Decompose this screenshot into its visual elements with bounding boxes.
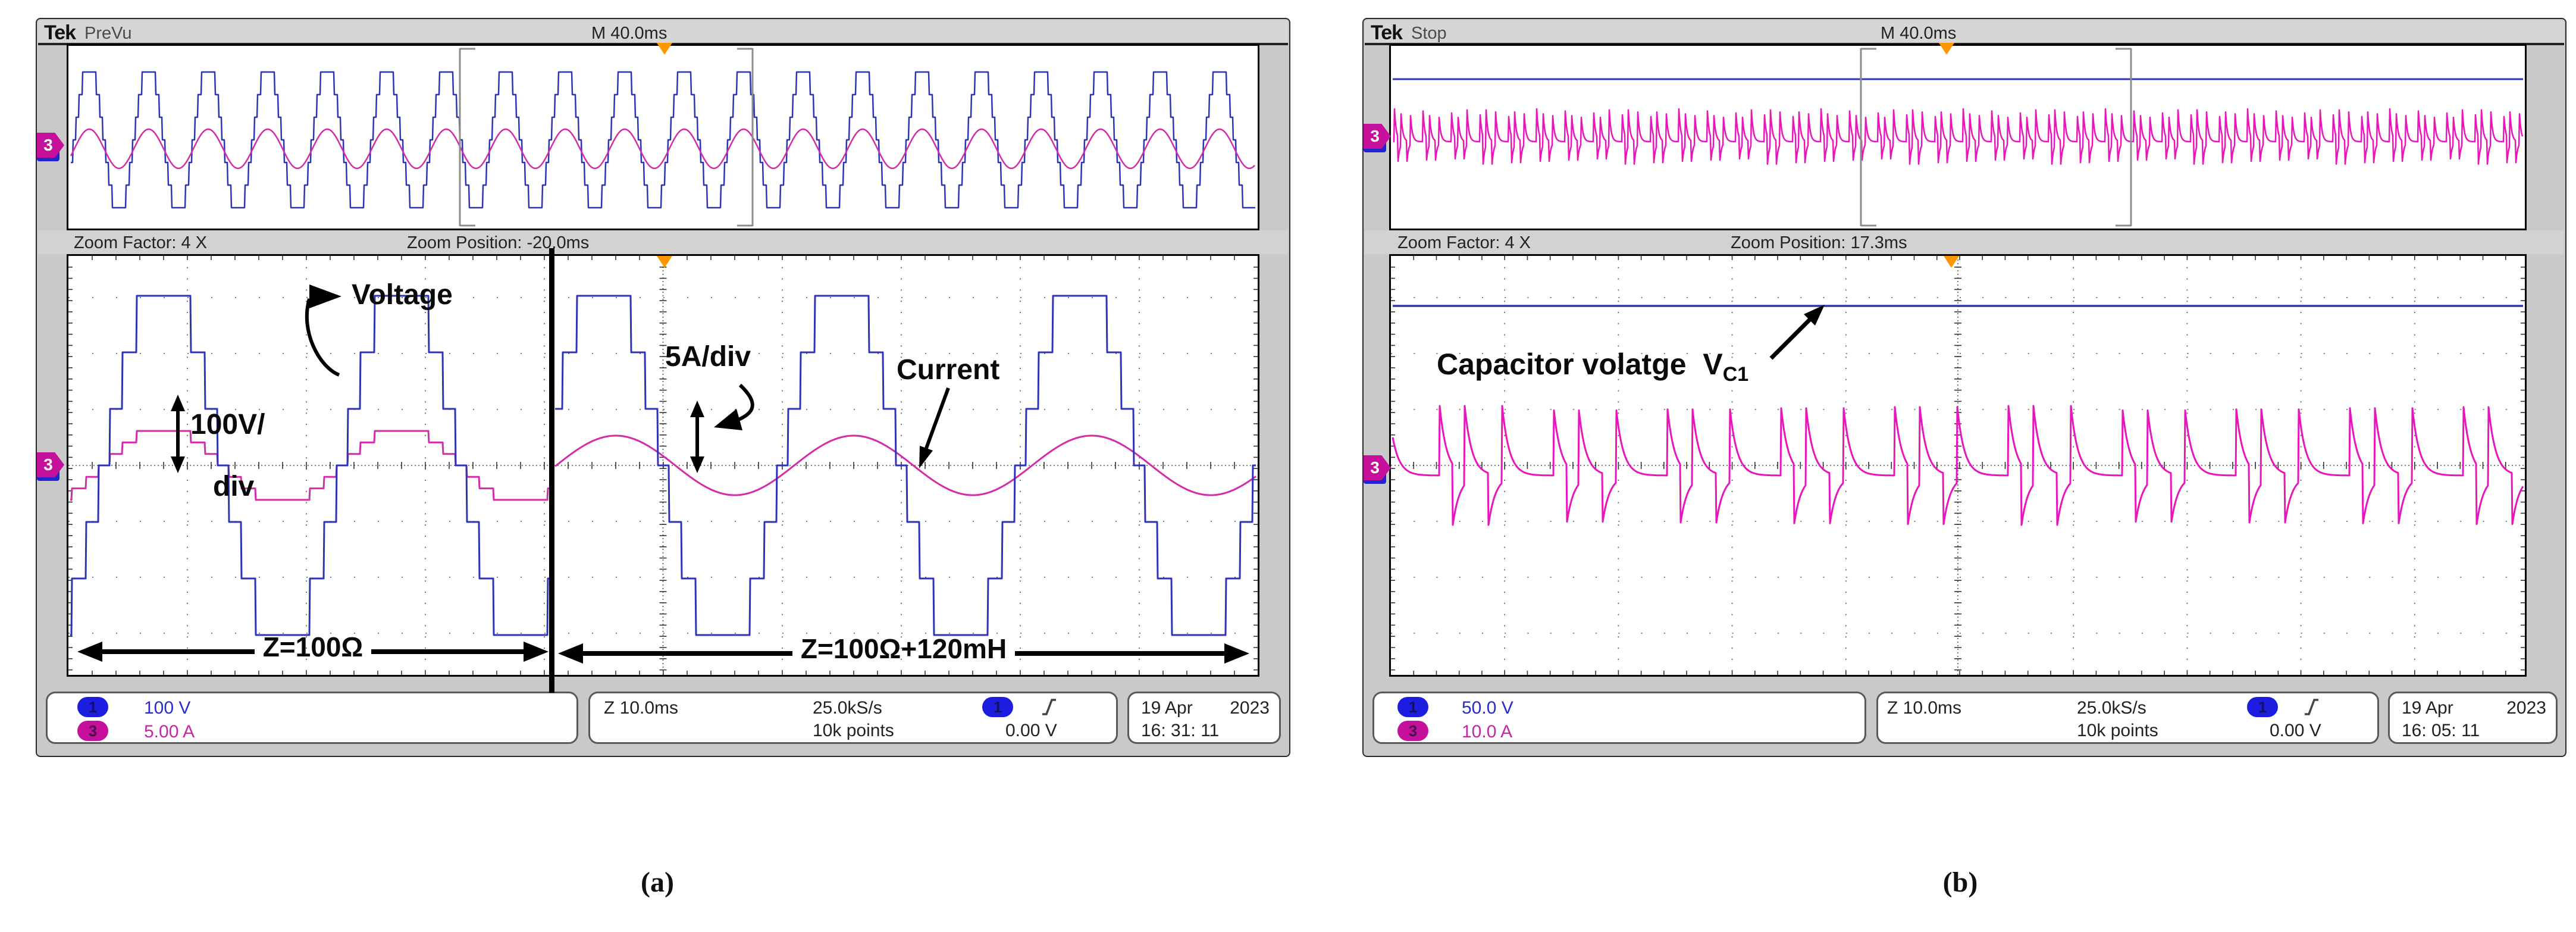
trigger-source-badge: 1	[982, 697, 1013, 717]
zoom-status-bar: Zoom Factor: 4 X Zoom Position: 17.3ms	[1365, 230, 2564, 254]
annotation-subscript: C1	[1723, 363, 1748, 386]
channel3-marker-icon: 3	[37, 133, 64, 158]
sample-rate: 25.0kS/s	[2077, 698, 2146, 718]
acquisition-status: Stop	[1411, 24, 1447, 43]
arrow-right-icon	[1224, 643, 1249, 664]
overview-waveform-svg	[68, 46, 1258, 229]
trigger-source-badge: 1	[2247, 697, 2278, 717]
arrow-left-icon	[77, 642, 102, 662]
arrow-left-icon	[558, 643, 583, 664]
trigger-slope-icon	[2302, 696, 2321, 718]
zoom-waveform-svg	[68, 256, 1258, 675]
channel3-scale: 10.0 A	[1462, 722, 1512, 742]
time-label: 16: 05: 11	[2402, 721, 2480, 741]
zoom-factor-label: Zoom Factor: 4 X	[1397, 233, 1531, 253]
channel3-marker-main: 3	[1364, 455, 1394, 484]
zoom-waveform-svg	[1391, 256, 2525, 675]
annotation-voltage: Voltage	[352, 279, 453, 311]
channel3-marker-main: 3	[37, 452, 68, 481]
zoom-position-label: Zoom Position: 17.3ms	[1731, 233, 1907, 253]
acquisition-readout-box: Z 10.0ms 25.0kS/s 10k points 1 0.00 V	[1876, 692, 2379, 744]
oscilloscope-screen-b: Tek Stop M 40.0ms 3 Zoom Factor: 4 X Zoo…	[1362, 18, 2566, 757]
year-label: 2023	[1230, 698, 1270, 718]
acquisition-status: PreVu	[84, 24, 132, 43]
timebase-readout: M 40.0ms	[1881, 24, 1956, 43]
overview-window	[67, 44, 1259, 230]
channel3-marker-icon: 3	[37, 452, 64, 477]
record-length: 10k points	[813, 721, 894, 741]
channel1-badge: 1	[1397, 697, 1428, 717]
sample-rate: 25.0kS/s	[813, 698, 882, 718]
annotation-amps-per-div: 5A/div	[665, 340, 751, 373]
datetime-box: 19 Apr 2023 16: 31: 11	[1127, 692, 1281, 744]
arrow-right-icon	[524, 642, 549, 662]
channel-readout-box: 1 50.0 V 3 10.0 A	[1372, 692, 1866, 744]
channel3-badge: 3	[77, 721, 108, 741]
annotation-volts-per-div: 100V/	[190, 408, 265, 441]
region-arrow-left: Z=100Ω	[77, 640, 549, 664]
header-bar: Tek PreVu M 40.0ms	[38, 20, 1288, 45]
datetime-box: 19 Apr 2023 16: 05: 11	[2388, 692, 2558, 744]
zoom-factor-label: Zoom Factor: 4 X	[74, 233, 207, 253]
zoom-timebase: Z 10.0ms	[604, 698, 678, 718]
trigger-position-icon	[1939, 43, 1954, 55]
record-length: 10k points	[2077, 721, 2158, 741]
channel1-badge: 1	[77, 697, 108, 717]
overview-waveform-svg	[1391, 46, 2525, 229]
zoom-timebase: Z 10.0ms	[1887, 698, 1961, 718]
channel3-badge: 3	[1397, 721, 1428, 741]
date-label: 19 Apr	[2402, 698, 2453, 718]
zoom-position-label: Zoom Position: -20.0ms	[407, 233, 589, 253]
annotation-current: Current	[897, 354, 999, 386]
channel-readout-box: 1 100 V 3 5.00 A	[46, 692, 578, 744]
channel3-marker-icon: 3	[1364, 455, 1391, 480]
trigger-level: 0.00 V	[2270, 721, 2321, 741]
channel1-scale: 100 V	[144, 698, 190, 718]
region-label-left: Z=100Ω	[263, 631, 363, 663]
timebase-readout: M 40.0ms	[591, 24, 667, 43]
expanded-view-marker-icon	[657, 256, 672, 268]
tek-logo: Tek	[44, 21, 76, 45]
trigger-level: 0.00 V	[1005, 721, 1057, 741]
channel1-scale: 50.0 V	[1462, 698, 1513, 718]
time-label: 16: 31: 11	[1141, 721, 1219, 741]
year-label: 2023	[2506, 698, 2546, 718]
tek-logo: Tek	[1371, 21, 1402, 45]
figure-label-b: (b)	[1919, 866, 2002, 899]
figure-label-a: (a)	[616, 866, 699, 899]
region-arrow-right: Z=100Ω+120mH	[558, 642, 1249, 665]
figure-oscilloscope-captures: Tek PreVu M 40.0ms 3 Zoom Factor: 4 X Zo…	[0, 0, 2576, 932]
channel3-scale: 5.00 A	[144, 722, 195, 742]
expanded-view-marker-icon	[1944, 256, 1959, 268]
overview-window	[1389, 44, 2527, 230]
zoom-window	[67, 254, 1259, 677]
channel3-marker-overview: 3	[37, 133, 68, 161]
region-label-right: Z=100Ω+120mH	[801, 633, 1007, 665]
channel3-marker-overview: 3	[1364, 124, 1394, 152]
load-change-divider	[549, 248, 554, 693]
header-bar: Tek Stop M 40.0ms	[1365, 20, 2564, 45]
zoom-status-bar: Zoom Factor: 4 X Zoom Position: -20.0ms	[38, 230, 1288, 254]
oscilloscope-screen-a: Tek PreVu M 40.0ms 3 Zoom Factor: 4 X Zo…	[36, 18, 1290, 757]
zoom-window	[1389, 254, 2527, 677]
date-label: 19 Apr	[1141, 698, 1193, 718]
trigger-position-icon	[657, 43, 672, 55]
acquisition-readout-box: Z 10.0ms 25.0kS/s 10k points 1 0.00 V	[588, 692, 1118, 744]
trigger-slope-icon	[1039, 696, 1058, 718]
channel3-marker-icon: 3	[1364, 124, 1391, 149]
annotation-capacitor-voltage: Capacitor volatge VC1	[1437, 347, 1748, 386]
annotation-volts-per-div-2: div	[213, 470, 254, 503]
